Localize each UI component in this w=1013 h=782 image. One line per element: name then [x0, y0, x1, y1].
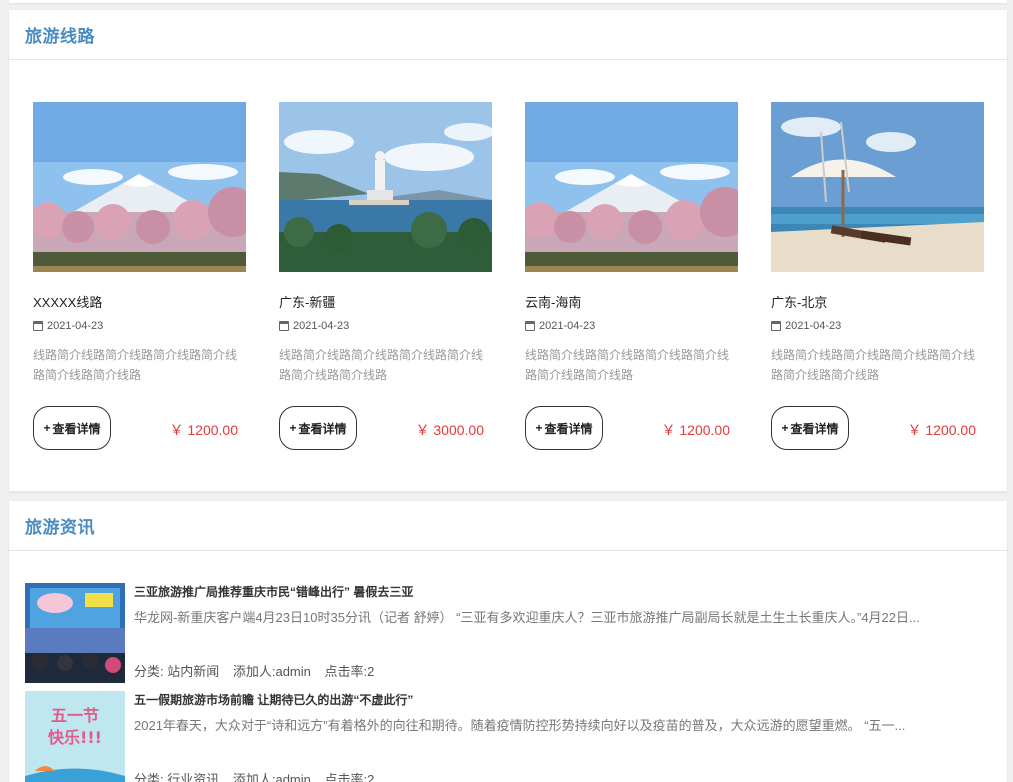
news-author: 添加人:admin [232, 772, 311, 782]
route-cards: XXXXX线路 2021-04-23 线路简介线路简介线路简介线路简介线路简介线… [33, 102, 993, 462]
route-date-text: 2021-04-23 [293, 320, 350, 332]
view-details-button[interactable]: + 查看详情 [279, 406, 357, 450]
holiday-poster-image[interactable]: 五一节 快乐!!! [25, 691, 125, 782]
news-panel-header: 旅游资讯 [9, 501, 1007, 551]
news-category: 分类: 行业资讯 [134, 772, 220, 782]
calendar-icon [525, 321, 535, 331]
beach-umbrella-image[interactable] [771, 102, 984, 272]
news-event-photo[interactable] [25, 583, 125, 683]
news-title[interactable]: 五一假期旅游市场前瞻 让期待已久的出游“不虚此行” [134, 691, 413, 708]
view-details-button[interactable]: + 查看详情 [33, 406, 111, 450]
route-price: ￥ 3000.00 [415, 422, 485, 438]
route-date: 2021-04-23 [525, 320, 595, 332]
routes-panel-header: 旅游线路 [9, 10, 1007, 60]
mountain-blossom-image[interactable] [33, 102, 246, 272]
route-name[interactable]: 广东-新疆 [279, 292, 335, 311]
route-date: 2021-04-23 [771, 320, 841, 332]
route-description: 线路简介线路简介线路简介线路简介线路简介线路简介线路 [525, 348, 730, 382]
calendar-icon [771, 321, 781, 331]
route-price: ￥ 1200.00 [661, 422, 731, 438]
view-details-button[interactable]: + 查看详情 [771, 406, 849, 450]
news-summary: 华龙网-新重庆客户端4月23日10时35分讯（记者 舒婷） “三亚有多欢迎重庆人… [134, 610, 920, 625]
route-card: XXXXX线路 2021-04-23 线路简介线路简介线路简介线路简介线路简介线… [33, 102, 246, 462]
poster-text-line1: 五一节 [51, 706, 99, 725]
route-date: 2021-04-23 [33, 320, 103, 332]
route-date-text: 2021-04-23 [785, 320, 842, 332]
routes-panel-title: 旅游线路 [25, 27, 95, 46]
news-author: 添加人:admin [232, 664, 311, 679]
route-card: 广东-新疆 2021-04-23 线路简介线路简介线路简介线路简介线路简介线路简… [279, 102, 492, 462]
news-category: 分类: 站内新闻 [134, 664, 220, 679]
route-description: 线路简介线路简介线路简介线路简介线路简介线路简介线路 [33, 348, 238, 382]
route-date-text: 2021-04-23 [47, 320, 104, 332]
route-name[interactable]: XXXXX线路 [33, 292, 102, 311]
news-clicks: 点击率:2 [324, 664, 375, 679]
news-panel-title: 旅游资讯 [25, 518, 95, 537]
view-details-label: 查看详情 [52, 421, 101, 436]
route-card: 云南-海南 2021-04-23 线路简介线路简介线路简介线路简介线路简介线路简… [525, 102, 738, 462]
news-title[interactable]: 三亚旅游推广局推荐重庆市民“错峰出行” 暑假去三亚 [134, 583, 413, 600]
top-bar [9, 0, 1007, 3]
news-clicks: 点击率:2 [324, 772, 375, 782]
news-panel: 旅游资讯 三亚旅游推广局推荐重庆市民“错峰出行” 暑假去三亚 华龙网-新重庆客户… [9, 501, 1007, 782]
route-price: ￥ 1200.00 [169, 422, 239, 438]
statue-sea-image[interactable] [279, 102, 492, 272]
view-details-label: 查看详情 [298, 421, 347, 436]
route-date-text: 2021-04-23 [539, 320, 596, 332]
view-details-button[interactable]: + 查看详情 [525, 406, 603, 450]
route-card: 广东-北京 2021-04-23 线路简介线路简介线路简介线路简介线路简介线路简… [771, 102, 984, 462]
plus-icon: + [535, 421, 543, 435]
route-date: 2021-04-23 [279, 320, 349, 332]
routes-panel: 旅游线路 XXXXX线路 2021-04-23 线路简介线路简介线路简介线路简介… [9, 10, 1007, 491]
news-meta: 分类: 行业资讯 添加人:admin 点击率:2 [134, 769, 384, 782]
news-summary: 2021年春天，大众对于“诗和远方”有着格外的向往和期待。随着疫情防控形势持续向… [134, 718, 906, 733]
route-name[interactable]: 云南-海南 [525, 292, 581, 311]
plus-icon: + [781, 421, 789, 435]
news-item: 五一节 快乐!!! 五一假期旅游市场前瞻 让期待已久的出游“不虚此行” 2021… [25, 691, 995, 782]
news-meta: 分类: 站内新闻 添加人:admin 点击率:2 [134, 661, 384, 680]
view-details-label: 查看详情 [790, 421, 839, 436]
mountain-blossom-image[interactable] [525, 102, 738, 272]
calendar-icon [33, 321, 43, 331]
plus-icon: + [289, 421, 297, 435]
poster-text-line2: 快乐!!! [48, 728, 102, 747]
view-details-label: 查看详情 [544, 421, 593, 436]
route-price: ￥ 1200.00 [907, 422, 977, 438]
route-description: 线路简介线路简介线路简介线路简介线路简介线路简介线路 [771, 348, 976, 382]
calendar-icon [279, 321, 289, 331]
plus-icon: + [43, 421, 51, 435]
route-description: 线路简介线路简介线路简介线路简介线路简介线路简介线路 [279, 348, 484, 382]
news-item: 三亚旅游推广局推荐重庆市民“错峰出行” 暑假去三亚 华龙网-新重庆客户端4月23… [25, 583, 995, 683]
route-name[interactable]: 广东-北京 [771, 292, 827, 311]
